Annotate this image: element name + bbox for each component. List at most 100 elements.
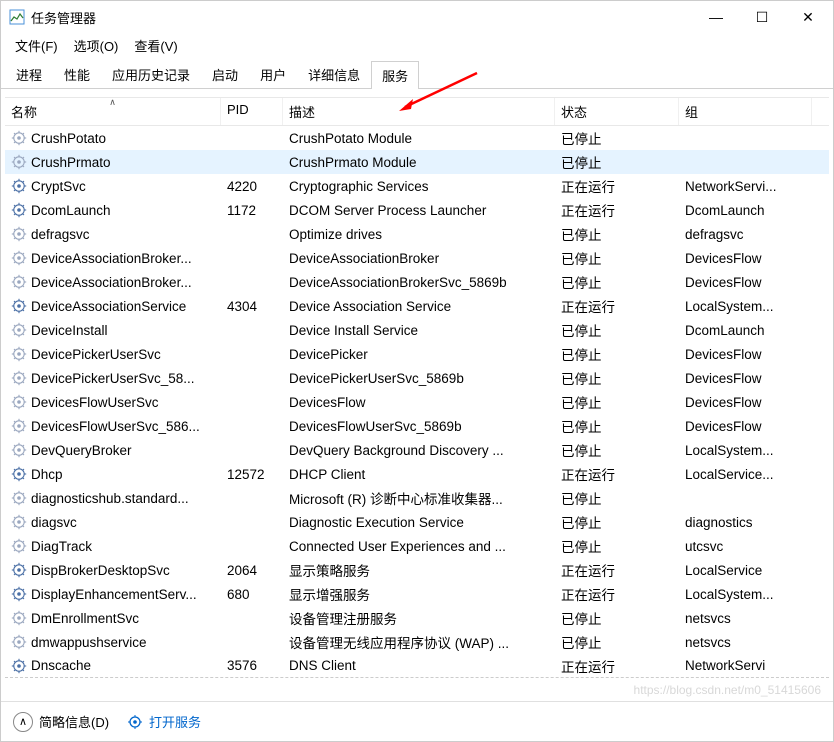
maximize-button[interactable]: ☐: [739, 2, 785, 32]
service-pid: [221, 496, 283, 500]
table-row[interactable]: CrushPotatoCrushPotato Module已停止: [5, 126, 829, 150]
table-row[interactable]: DeviceInstallDevice Install Service已停止Dc…: [5, 318, 829, 342]
service-status: 已停止: [555, 486, 679, 510]
service-name: DcomLaunch: [31, 203, 111, 218]
service-group: LocalSystem...: [679, 585, 829, 604]
table-row[interactable]: DevicePickerUserSvc_58...DevicePickerUse…: [5, 366, 829, 390]
service-pid: 4220: [221, 177, 283, 196]
column-header-pid[interactable]: PID: [221, 98, 283, 125]
menu-item-2[interactable]: 查看(V): [126, 34, 185, 57]
table-row[interactable]: CrushPrmatoCrushPrmato Module已停止: [5, 150, 829, 174]
service-group: [679, 136, 829, 140]
service-description: Device Install Service: [283, 321, 555, 340]
table-row[interactable]: DisplayEnhancementServ...680显示增强服务正在运行Lo…: [5, 582, 829, 606]
service-name: DispBrokerDesktopSvc: [31, 563, 170, 578]
close-button[interactable]: ✕: [785, 2, 831, 32]
service-description: DeviceAssociationBroker: [283, 249, 555, 268]
table-row[interactable]: CryptSvc4220Cryptographic Services正在运行Ne…: [5, 174, 829, 198]
service-name: DeviceAssociationService: [31, 299, 186, 314]
service-group: DevicesFlow: [679, 273, 829, 292]
service-pid: 3576: [221, 656, 283, 675]
service-description: Cryptographic Services: [283, 177, 555, 196]
table-row[interactable]: diagnosticshub.standard...Microsoft (R) …: [5, 486, 829, 510]
service-status: 正在运行: [555, 198, 679, 222]
tab-进程[interactable]: 进程: [5, 60, 53, 88]
tab-应用历史记录[interactable]: 应用历史记录: [101, 60, 201, 88]
table-row[interactable]: DmEnrollmentSvc设备管理注册服务已停止netsvcs: [5, 606, 829, 630]
tab-性能[interactable]: 性能: [53, 60, 101, 88]
service-description: 设备管理无线应用程序协议 (WAP) ...: [283, 630, 555, 654]
service-pid: [221, 256, 283, 260]
service-group: LocalSystem...: [679, 297, 829, 316]
open-services-link[interactable]: 打开服务: [127, 712, 201, 731]
service-name: diagsvc: [31, 515, 77, 530]
table-row[interactable]: Dhcp12572DHCP Client正在运行LocalService...: [5, 462, 829, 486]
minimize-button[interactable]: —: [693, 2, 739, 32]
service-pid: [221, 160, 283, 164]
table-row[interactable]: DeviceAssociationService4304Device Assoc…: [5, 294, 829, 318]
service-name: DevicePickerUserSvc: [31, 347, 161, 362]
service-group: netsvcs: [679, 633, 829, 652]
table-body[interactable]: CrushPotato CrushPotato Module 已停止 CrushPrm…: [5, 126, 829, 701]
service-status: 已停止: [555, 270, 679, 294]
column-header-name[interactable]: 名称∧: [5, 98, 221, 125]
service-group: NetworkServi: [679, 656, 829, 675]
service-description: Device Association Service: [283, 297, 555, 316]
tab-启动[interactable]: 启动: [201, 60, 249, 88]
column-header-group[interactable]: 组: [679, 98, 812, 125]
table-row[interactable]: DcomLaunch1172DCOM Server Process Launch…: [5, 198, 829, 222]
service-status: 已停止: [555, 390, 679, 414]
service-name: CrushPotato: [31, 131, 106, 146]
fewer-details-button[interactable]: ∧ 简略信息(D): [13, 712, 109, 732]
table-row[interactable]: Dnscache3576DNS Client正在运行NetworkServi: [5, 654, 829, 678]
service-description: CrushPotato Module: [283, 129, 555, 148]
service-description: DHCP Client: [283, 465, 555, 484]
column-header-description[interactable]: 描述: [283, 98, 555, 125]
table-row[interactable]: diagsvcDiagnostic Execution Service已停止di…: [5, 510, 829, 534]
service-name: DeviceInstall: [31, 323, 108, 338]
tab-用户[interactable]: 用户: [249, 60, 297, 88]
service-pid: 12572: [221, 465, 283, 484]
window-controls: — ☐ ✕: [693, 2, 831, 32]
service-description: Diagnostic Execution Service: [283, 513, 555, 532]
menu-item-0[interactable]: 文件(F): [7, 34, 66, 57]
table-row[interactable]: DiagTrackConnected User Experiences and …: [5, 534, 829, 558]
service-status: 已停止: [555, 342, 679, 366]
watermark: https://blog.csdn.net/m0_51415606: [634, 683, 821, 697]
table-row[interactable]: DevicesFlowUserSvcDevicesFlow已停止DevicesF…: [5, 390, 829, 414]
service-description: 显示策略服务: [283, 558, 555, 582]
tab-bar: 进程性能应用历史记录启动用户详细信息服务: [1, 61, 833, 89]
service-name: Dnscache: [31, 658, 91, 673]
content-area: 名称∧ PID 描述 状态 组 CrushPotato CrushPotato M…: [1, 89, 833, 701]
table-row[interactable]: DeviceAssociationBroker...DeviceAssociat…: [5, 246, 829, 270]
table-row[interactable]: dmwappushservice设备管理无线应用程序协议 (WAP) ...已停…: [5, 630, 829, 654]
service-status: 已停止: [555, 222, 679, 246]
table-row[interactable]: defragsvcOptimize drives已停止defragsvc: [5, 222, 829, 246]
service-pid: [221, 136, 283, 140]
table-row[interactable]: DevicesFlowUserSvc_586...DevicesFlowUser…: [5, 414, 829, 438]
service-group: DevicesFlow: [679, 417, 829, 436]
table-row[interactable]: DevQueryBrokerDevQuery Background Discov…: [5, 438, 829, 462]
service-description: CrushPrmato Module: [283, 153, 555, 172]
service-group: [679, 160, 829, 164]
table-row[interactable]: DispBrokerDesktopSvc2064显示策略服务正在运行LocalS…: [5, 558, 829, 582]
titlebar-text: 任务管理器: [31, 8, 693, 27]
service-name: CrushPrmato: [31, 155, 111, 170]
service-status: 已停止: [555, 534, 679, 558]
service-name: DiagTrack: [31, 539, 92, 554]
service-description: DNS Client: [283, 656, 555, 675]
table-row[interactable]: DeviceAssociationBroker...DeviceAssociat…: [5, 270, 829, 294]
service-group: defragsvc: [679, 225, 829, 244]
service-pid: [221, 376, 283, 380]
tab-详细信息[interactable]: 详细信息: [297, 60, 371, 88]
service-description: DevicesFlowUserSvc_5869b: [283, 417, 555, 436]
menu-item-1[interactable]: 选项(O): [66, 34, 127, 57]
app-icon: [9, 9, 25, 25]
service-group: LocalService: [679, 561, 829, 580]
service-status: 正在运行: [555, 174, 679, 198]
column-header-status[interactable]: 状态: [555, 98, 679, 125]
table-row[interactable]: DevicePickerUserSvcDevicePicker已停止Device…: [5, 342, 829, 366]
tab-服务[interactable]: 服务: [371, 61, 419, 89]
service-pid: [221, 352, 283, 356]
service-pid: [221, 424, 283, 428]
